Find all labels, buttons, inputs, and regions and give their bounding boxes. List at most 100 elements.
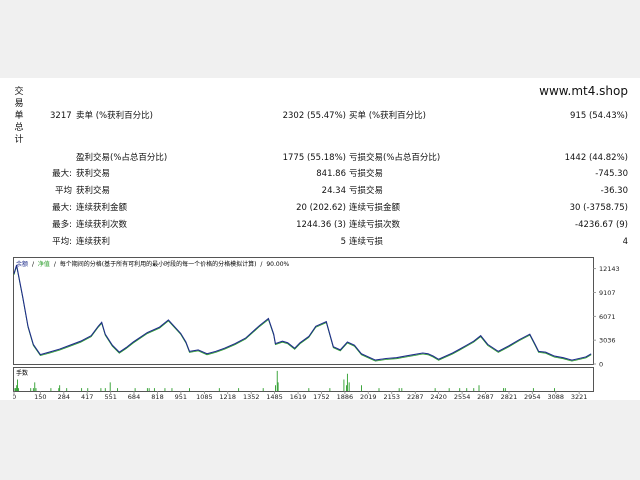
row-left-value: 5	[340, 237, 346, 247]
row-left-label: 获利交易	[76, 186, 111, 196]
x-tick-label: 2554	[454, 393, 471, 400]
volume-bar	[164, 388, 166, 391]
row-right-value: 30 (-3758.75)	[569, 203, 628, 213]
volume-bar	[343, 379, 345, 391]
y-tick-label: 6071	[599, 313, 616, 321]
row-left-value: 1244.36 (3)	[296, 220, 346, 230]
long-trades-label: 买单 (%获利百分比)	[349, 111, 426, 121]
volume-bar	[459, 388, 461, 391]
volume-bar	[81, 388, 83, 391]
row-left-value: 20 (202.62)	[296, 203, 346, 213]
x-tick-label: 1752	[313, 393, 330, 400]
volume-bar	[275, 385, 276, 391]
row-prefix: 平均	[54, 186, 72, 196]
x-tick-label: 1352	[243, 393, 260, 400]
row-left-label: 连续获利次数	[76, 220, 128, 230]
loss-trades-value: 1442 (44.82%)	[564, 153, 628, 163]
row-left-value: 24.34	[321, 186, 346, 196]
volume-bar	[398, 388, 400, 391]
x-tick-label: 2687	[477, 393, 494, 400]
volume-bar	[378, 388, 380, 391]
x-tick-label: 0	[13, 393, 16, 400]
row-right-label: 连续亏损金额	[349, 203, 401, 213]
x-tick-label: 284	[58, 393, 70, 400]
row-right-value: -745.30	[595, 169, 628, 179]
volume-bar	[554, 388, 555, 391]
row-right-label: 亏损交易	[349, 169, 384, 179]
x-tick-label: 2153	[383, 393, 400, 400]
volume-bar	[66, 388, 68, 391]
row-prefix: 最大:	[52, 169, 72, 179]
volume-bar	[16, 385, 18, 391]
x-tick-label: 417	[81, 393, 93, 400]
volume-bar	[34, 382, 36, 391]
profit-trades-label: 盈利交易(%占总百分比)	[76, 153, 168, 163]
x-tick-label: 150	[34, 393, 46, 400]
legend-separator: /	[260, 261, 263, 268]
volume-bar	[59, 385, 61, 391]
row-right-label: 连续亏损次数	[349, 220, 401, 230]
volume-bar	[134, 388, 136, 391]
legend-separator: /	[54, 261, 57, 268]
short-trades-label: 卖单 (%获利百分比)	[76, 111, 153, 121]
x-tick-label: 951	[175, 393, 187, 400]
volume-plot-frame	[13, 367, 594, 392]
site-watermark: www.mt4.shop	[539, 84, 628, 98]
row-right-label: 亏损交易	[349, 186, 384, 196]
x-tick-label: 1485	[266, 393, 283, 400]
row-prefix: 最多:	[52, 220, 72, 230]
volume-bar	[17, 388, 19, 391]
x-tick-label: 2821	[501, 393, 518, 400]
volume-bar	[14, 388, 16, 391]
x-tick-label: 3221	[571, 393, 588, 400]
row-right-value: -36.30	[600, 186, 628, 196]
loss-trades-label: 亏损交易(%占总百分比)	[349, 153, 441, 163]
x-tick-label: 2019	[360, 393, 377, 400]
volume-bar	[361, 385, 362, 391]
legend-equity: 净值	[38, 260, 50, 268]
volume-bar	[238, 388, 240, 391]
volume-bar	[58, 388, 60, 391]
y-tick-label: 0	[599, 361, 603, 369]
x-tick-label: 1218	[219, 393, 236, 400]
volume-bar	[35, 388, 37, 391]
volume-bar	[346, 385, 347, 391]
row-right-value: -4236.67 (9)	[575, 220, 628, 230]
volume-bar	[329, 388, 331, 391]
balance-chart: 余额 / 净值 / 每个期间的分格(基于所有可利用的最小时段的每一个价格的分格模…	[13, 257, 620, 400]
volume-bar	[348, 382, 350, 391]
row-right-value: 4	[622, 237, 628, 247]
legend-modeling: 每个期间的分格(基于所有可利用的最小时段的每一个价格的分格模拟计算)	[60, 260, 257, 268]
volume-bar	[104, 388, 106, 391]
x-tick-label: 818	[151, 393, 163, 400]
row-left-label: 获利交易	[76, 169, 111, 179]
row-left-label: 连续获利	[76, 237, 111, 247]
row-left-value: 841.86	[316, 169, 346, 179]
svg-text:余额 / 净值 /: 余额 / 净值 / 每个期间的分格(基于所有可利用的最小时段的每一个价格的分格模…	[16, 260, 290, 268]
legend-separator: /	[32, 261, 35, 268]
volume-bar	[478, 385, 480, 391]
volume-bar	[189, 388, 190, 391]
volume-bar	[504, 388, 506, 391]
volume-bar	[171, 388, 173, 391]
report-panel: 交 易 单 总 计 www.mt4.shop 3217 卖单 (%获利百分比) …	[0, 78, 640, 400]
volume-bar	[117, 388, 119, 391]
x-tick-label: 2287	[407, 393, 424, 400]
short-trades-value: 2302 (55.47%)	[282, 111, 346, 121]
row-prefix: 最大:	[52, 203, 72, 213]
legend-balance: 余额	[16, 260, 28, 268]
row-right-label: 连续亏损	[349, 237, 384, 247]
volume-bar	[146, 388, 148, 391]
volume-bar	[153, 388, 155, 391]
x-tick-label: 551	[104, 393, 116, 400]
volume-bar	[50, 388, 52, 391]
volume-label: 手数	[16, 369, 28, 377]
volume-bar	[276, 370, 278, 391]
volume-bar	[503, 388, 505, 391]
x-tick-label: 1619	[290, 393, 307, 400]
row-prefix: 平均:	[52, 237, 72, 247]
volume-bar	[466, 388, 468, 391]
y-tick-label: 3036	[599, 337, 616, 345]
volume-bar	[448, 388, 450, 391]
legend-quality: 90.00%	[266, 261, 289, 268]
